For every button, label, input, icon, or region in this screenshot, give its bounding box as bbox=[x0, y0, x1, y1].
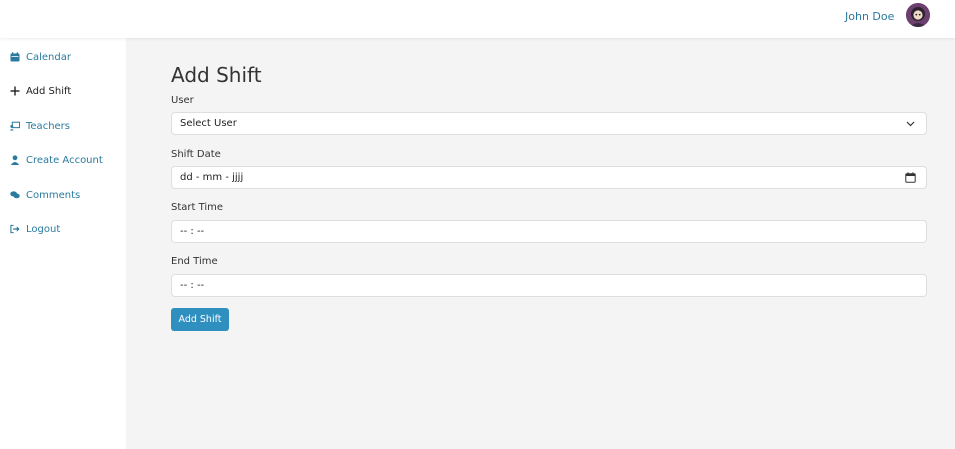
sidebar-item-label: Add Shift bbox=[26, 85, 72, 97]
calendar-icon bbox=[10, 52, 20, 62]
end-time-value: -- : -- bbox=[180, 280, 205, 291]
sidebar-item-label: Logout bbox=[26, 223, 61, 235]
user-name[interactable]: John Doe bbox=[845, 10, 894, 23]
end-time-input[interactable]: -- : -- bbox=[171, 274, 927, 297]
plus-icon bbox=[10, 86, 20, 96]
end-time-label: End Time bbox=[171, 256, 218, 267]
start-time-input[interactable]: -- : -- bbox=[171, 220, 927, 243]
shift-date-label: Shift Date bbox=[171, 149, 221, 160]
top-bar: John Doe bbox=[0, 0, 955, 38]
comments-icon bbox=[10, 190, 20, 200]
sidebar-item-create-account[interactable]: Create Account bbox=[10, 152, 103, 168]
shift-date-value: dd - mm - jjjj bbox=[180, 172, 244, 183]
sidebar-item-logout[interactable]: Logout bbox=[10, 221, 60, 237]
sidebar-item-teachers[interactable]: Teachers bbox=[10, 118, 70, 134]
sidebar-item-calendar[interactable]: Calendar bbox=[10, 49, 71, 65]
sidebar-item-label: Create Account bbox=[26, 154, 103, 166]
user-select-value: Select User bbox=[180, 118, 237, 129]
sidebar-item-add-shift[interactable]: Add Shift bbox=[10, 83, 71, 99]
calendar-picker-icon[interactable] bbox=[905, 172, 916, 183]
page-title: Add Shift bbox=[171, 63, 262, 87]
sidebar-item-comments[interactable]: Comments bbox=[10, 187, 80, 203]
start-time-label: Start Time bbox=[171, 202, 224, 213]
sidebar: Calendar Add Shift Teachers Create Accou… bbox=[0, 38, 126, 449]
add-shift-button[interactable]: Add Shift bbox=[171, 308, 229, 331]
sidebar-item-label: Teachers bbox=[26, 120, 70, 132]
chalkboard-teacher-icon bbox=[10, 121, 20, 131]
user-select[interactable]: Select User bbox=[171, 112, 927, 135]
sidebar-item-label: Calendar bbox=[26, 51, 71, 63]
start-time-value: -- : -- bbox=[180, 226, 205, 237]
user-icon bbox=[10, 155, 20, 165]
shift-date-input[interactable]: dd - mm - jjjj bbox=[171, 166, 927, 189]
user-label: User bbox=[171, 95, 194, 106]
main-content: Add Shift User Select User Shift Date dd… bbox=[126, 38, 955, 449]
sidebar-item-label: Comments bbox=[26, 189, 81, 201]
chevron-down-icon bbox=[905, 118, 916, 129]
sign-out-icon bbox=[10, 224, 20, 234]
avatar[interactable] bbox=[906, 3, 930, 27]
